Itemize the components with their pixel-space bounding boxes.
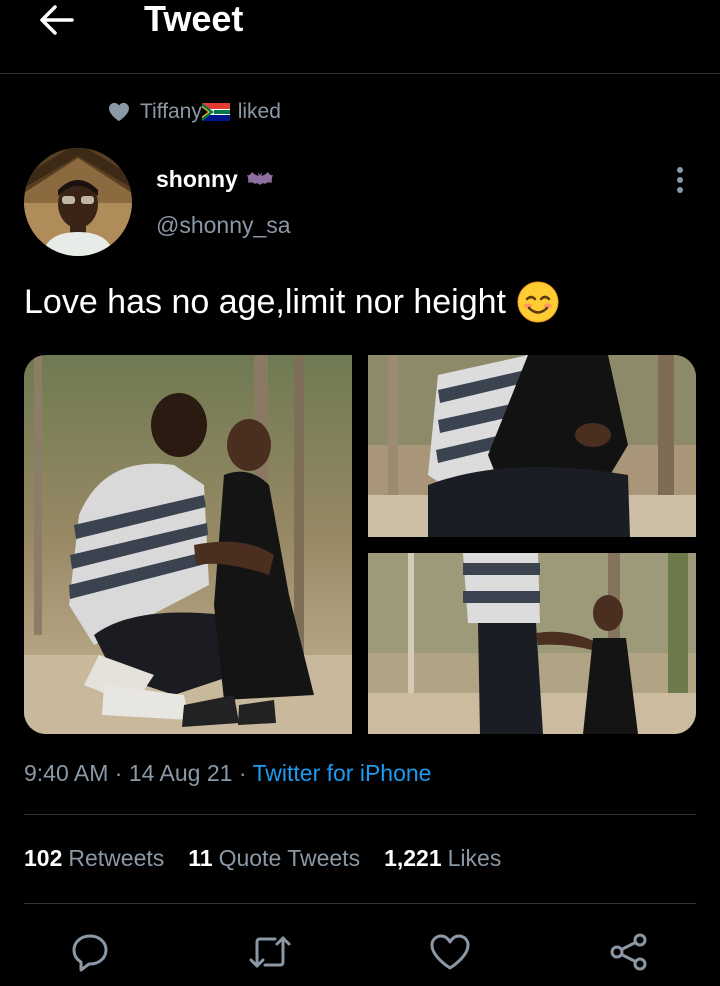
arrow-left-icon	[40, 5, 74, 35]
photo-1[interactable]	[24, 355, 352, 734]
divider	[24, 814, 696, 815]
avatar-image	[24, 148, 132, 256]
retweet-icon	[249, 936, 291, 968]
social-context[interactable]: Tiffany liked	[108, 98, 281, 126]
photo-3[interactable]	[368, 553, 696, 734]
like-icon	[430, 934, 470, 970]
more-options-button[interactable]	[668, 162, 692, 198]
likes-stat[interactable]: 1,221 Likes	[384, 845, 501, 872]
top-bar: Tweet	[0, 0, 720, 74]
author-display-name[interactable]: shonny	[156, 166, 274, 193]
tweet-source-link[interactable]: Twitter for iPhone	[253, 760, 432, 786]
tweet-stats: 102 Retweets 11 Quote Tweets 1,221 Likes	[24, 845, 501, 872]
tweet-text: Love has no age,limit nor height	[24, 280, 560, 324]
quotes-count: 11	[188, 845, 213, 871]
quote-tweets-stat[interactable]: 11 Quote Tweets	[188, 845, 360, 872]
liked-label: liked	[237, 100, 281, 123]
likes-label: Likes	[447, 845, 502, 871]
back-button[interactable]	[34, 0, 78, 40]
bat-emoji-icon	[246, 171, 273, 185]
photo-2[interactable]	[368, 355, 696, 537]
photo-couple-hands	[368, 553, 696, 734]
quotes-label: Quote Tweets	[218, 845, 361, 871]
photo-couple-embrace	[24, 355, 352, 734]
likes-count: 1,221	[384, 845, 442, 871]
more-vertical-icon	[677, 167, 683, 193]
author-handle[interactable]: @shonny_sa	[156, 212, 291, 239]
reply-button[interactable]	[65, 924, 115, 980]
display-name-text: shonny	[156, 166, 238, 192]
heart-icon	[109, 102, 129, 122]
action-bar	[0, 924, 720, 980]
liker-name: Tiffany	[140, 100, 202, 123]
tweet-date: 14 Aug 21	[128, 760, 233, 786]
smiling-face-icon	[517, 281, 559, 323]
reply-icon	[72, 934, 108, 972]
retweet-button[interactable]	[245, 924, 295, 980]
like-button[interactable]	[425, 924, 475, 980]
south-africa-flag-icon	[201, 103, 230, 122]
retweets-label: Retweets	[68, 845, 165, 871]
divider-2	[24, 903, 696, 904]
share-button[interactable]	[604, 924, 654, 980]
meta-separator: ·	[114, 760, 123, 786]
tweet-meta: 9:40 AM · 14 Aug 21 · Twitter for iPhone	[24, 760, 431, 787]
media-grid	[24, 355, 696, 734]
page-title: Tweet	[144, 0, 244, 39]
share-icon	[610, 933, 647, 971]
retweets-stat[interactable]: 102 Retweets	[24, 845, 164, 872]
tweet-time: 9:40 AM	[24, 760, 109, 786]
meta-separator-2: ·	[238, 760, 247, 786]
photo-couple-crouch	[368, 355, 696, 537]
retweets-count: 102	[24, 845, 63, 871]
tweet-text-content: Love has no age,limit nor height	[24, 282, 506, 321]
avatar[interactable]	[24, 148, 132, 256]
